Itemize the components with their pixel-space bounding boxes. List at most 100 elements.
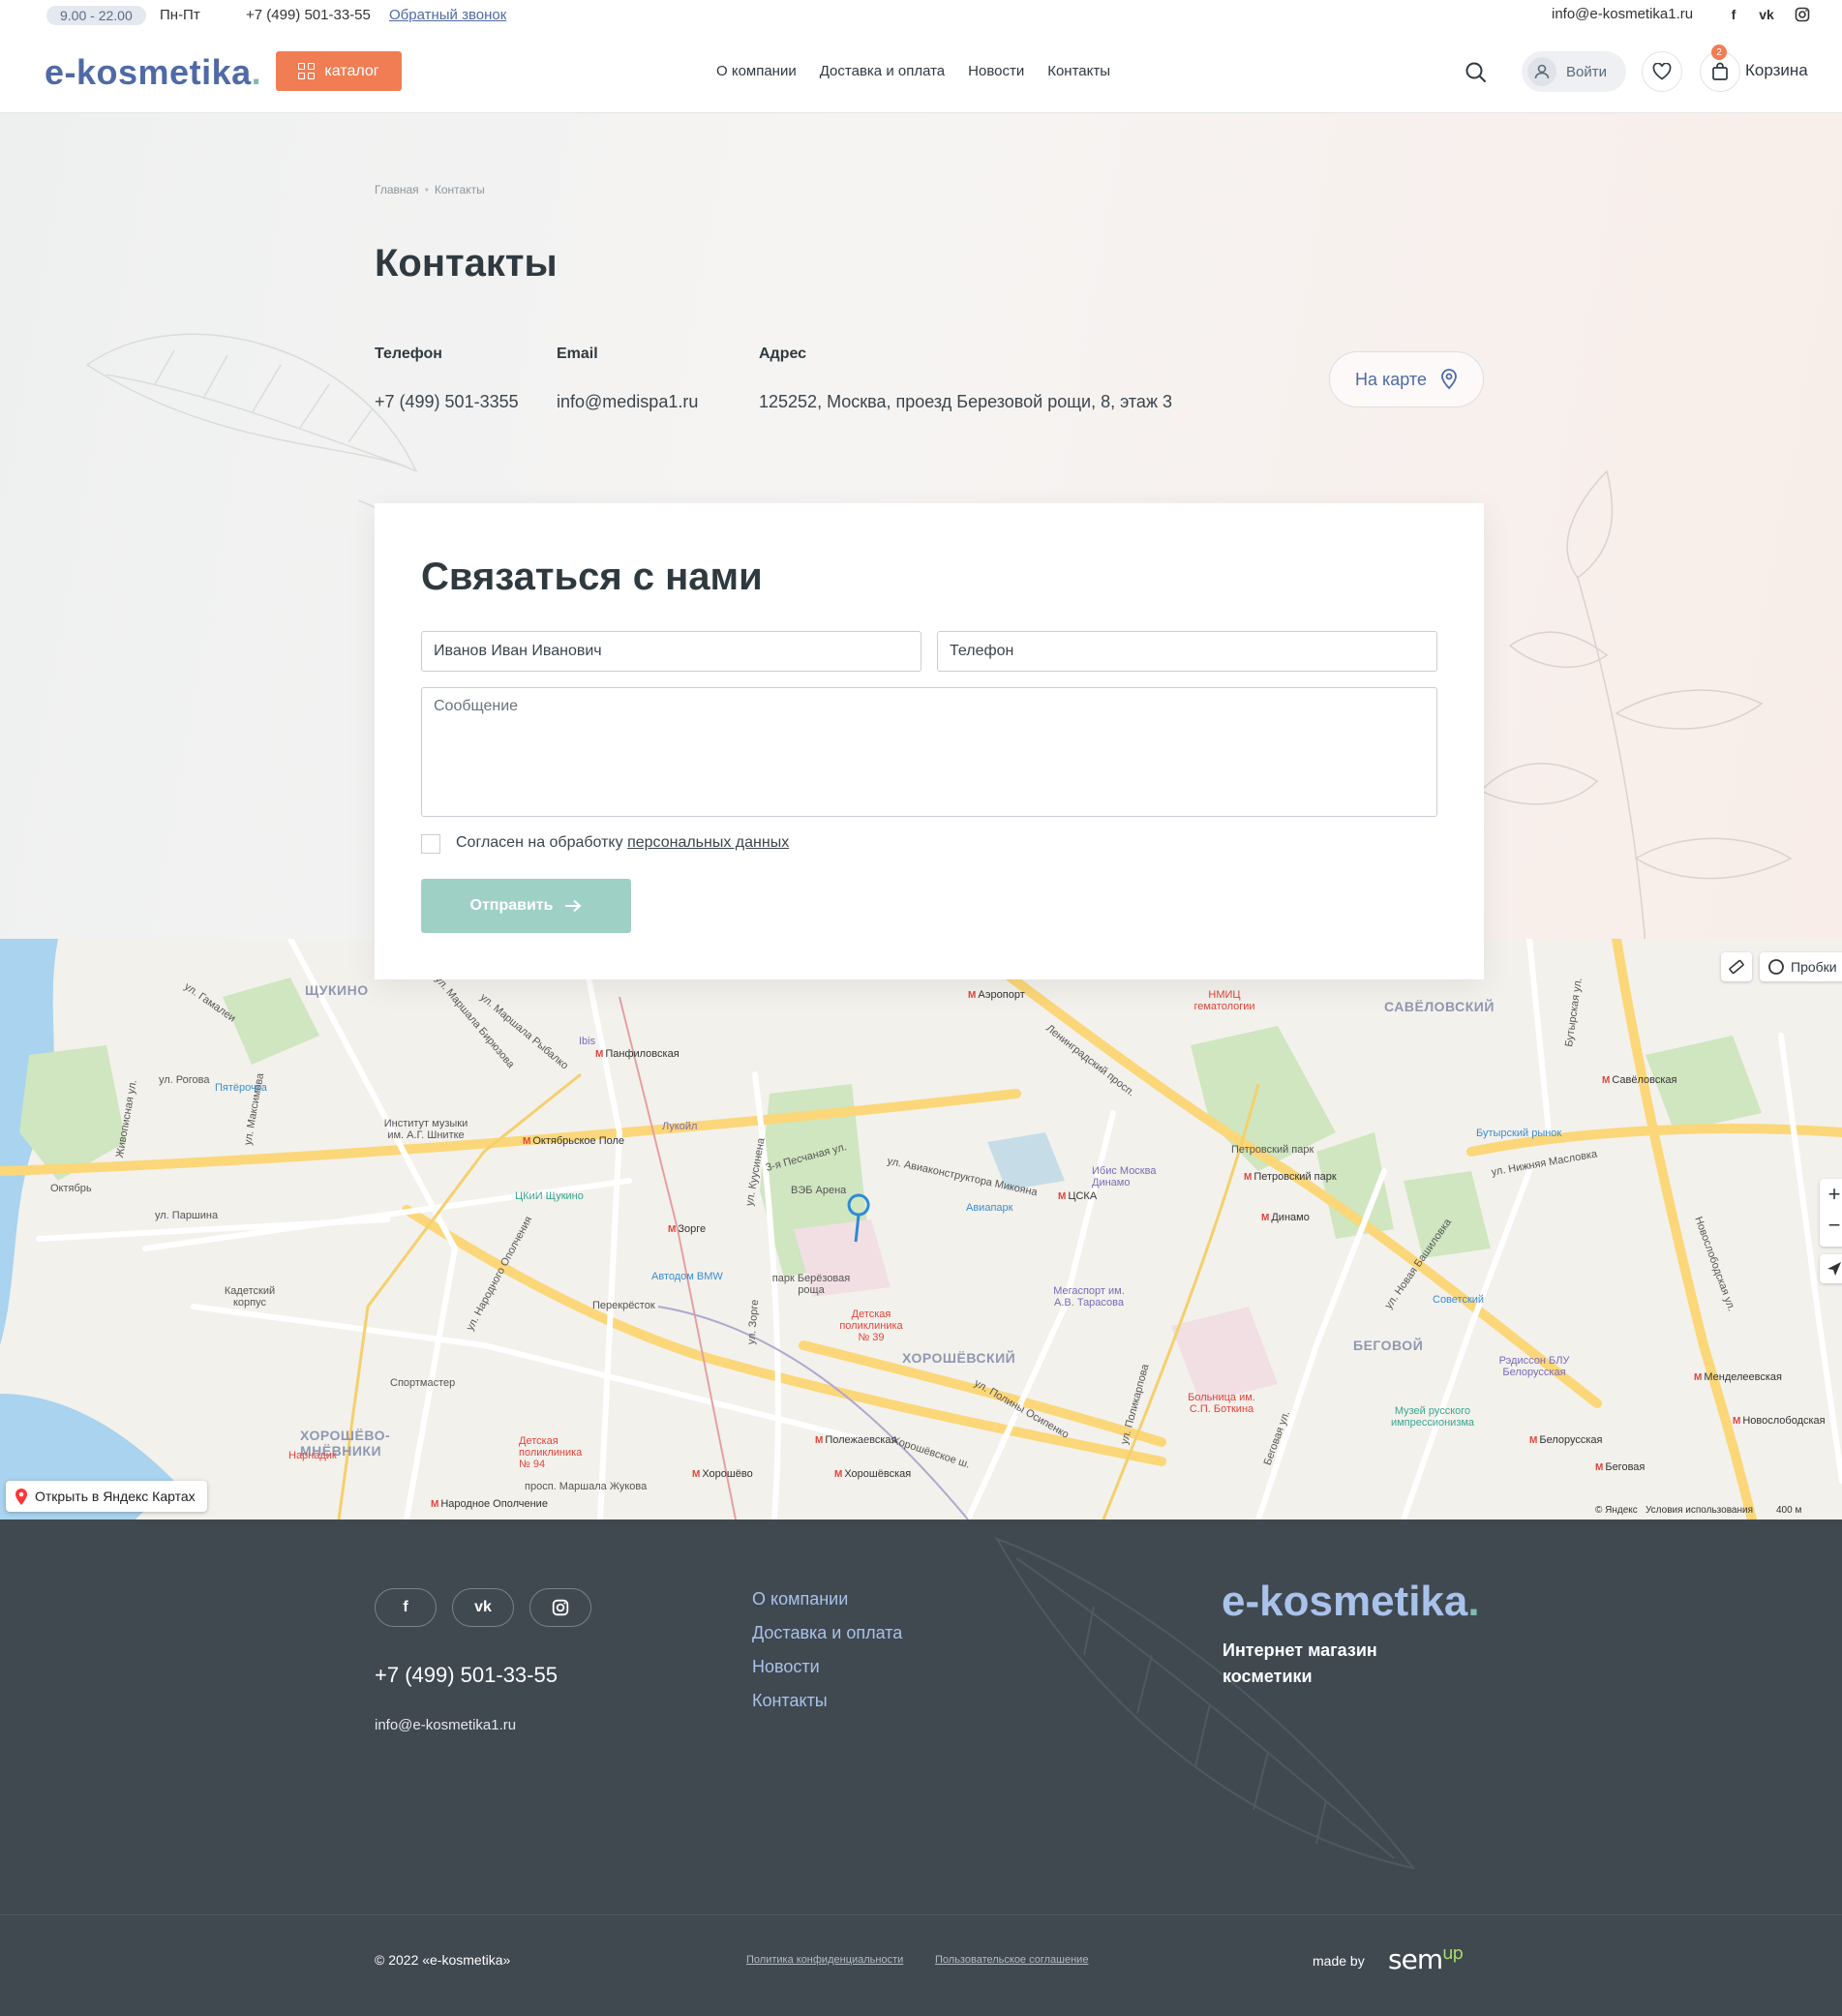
place-label: Кадетский корпус [224, 1285, 276, 1309]
metro-label: Полежаевская [815, 1434, 896, 1446]
nav-item-contacts[interactable]: Контакты [1047, 63, 1110, 79]
street-label: ул. Рогова [159, 1074, 210, 1086]
footer-phone[interactable]: +7 (499) 501-33-55 [375, 1663, 558, 1688]
ruler-icon[interactable] [1721, 952, 1752, 981]
login-button[interactable]: Войти [1522, 51, 1626, 92]
zoom-out-icon[interactable]: − [1820, 1210, 1842, 1241]
place-label: Петровский парк [1231, 1144, 1314, 1156]
place-label: НМИЦ гематологии [1193, 989, 1255, 1012]
page-title: Контакты [375, 242, 558, 285]
footer-copyright: © 2022 «e-kosmetika» [375, 1952, 511, 1968]
map-district: САВЁЛОВСКИЙ [1384, 999, 1495, 1014]
metro-label: Белорусская [1529, 1434, 1602, 1446]
place-label: Спортмастер [390, 1377, 456, 1389]
user-agreement-link[interactable]: Пользовательское соглашение [935, 1954, 1088, 1966]
site-logo[interactable]: e-kosmetika. [45, 52, 261, 93]
privacy-policy-link[interactable]: Политика конфиденциальности [746, 1954, 903, 1966]
grid-icon [298, 63, 316, 79]
search-icon[interactable] [1464, 60, 1489, 85]
personal-data-link[interactable]: персональных данных [627, 834, 789, 851]
place-label: Автодом BMW [651, 1271, 723, 1282]
site-header: e-kosmetika. каталог О компании Доставка… [0, 31, 1842, 113]
place-label: Детская поликлиника № 94 [519, 1435, 583, 1470]
street-label: ул. Паршина [155, 1210, 219, 1221]
footer-nav-contacts[interactable]: Контакты [752, 1691, 902, 1711]
cart-link[interactable]: Корзина [1745, 61, 1808, 80]
map-scale: 400 м [1776, 1505, 1802, 1516]
metro-label: Беговая [1595, 1461, 1645, 1473]
contact-phone[interactable]: +7 (499) 501-3355 [375, 392, 519, 412]
address-label: Адрес [759, 346, 807, 362]
consent-checkbox[interactable] [421, 834, 440, 854]
submit-button[interactable]: Отправить [421, 879, 631, 933]
metro-label: Зорге [668, 1223, 706, 1235]
footer-nav-news[interactable]: Новости [752, 1657, 902, 1677]
yandex-map[interactable]: ЩУКИНО САВЁЛОВСКИЙ ХОРОШЁВСКИЙ БЕГОВОЙ Х… [0, 939, 1842, 1520]
footer-nav-about[interactable]: О компании [752, 1589, 902, 1610]
breadcrumb-home[interactable]: Главная [375, 183, 419, 196]
footer-tagline: Интернет магазин косметики [1223, 1640, 1377, 1686]
place-label: Мегаспорт им. А.В. Тарасова [1053, 1285, 1125, 1309]
vk-icon[interactable]: vk [1757, 5, 1776, 24]
callback-link[interactable]: Обратный звонок [389, 7, 506, 23]
facebook-icon[interactable]: f [1724, 5, 1743, 24]
place-label: Ibis [579, 1036, 596, 1047]
open-yandex-maps-link[interactable]: Открыть в Яндекс Картах [6, 1481, 207, 1512]
favorites-heart-icon[interactable] [1642, 51, 1682, 92]
footer-nav-delivery[interactable]: Доставка и оплата [752, 1623, 902, 1643]
metro-label: Панфиловская [595, 1048, 679, 1060]
contact-email[interactable]: info@medispa1.ru [557, 392, 698, 412]
name-input[interactable]: Иванов Иван Иванович [421, 631, 921, 672]
geolocation-icon[interactable] [1820, 1254, 1842, 1283]
map-zoom-control: + − [1820, 1179, 1842, 1247]
metro-label: Савёловская [1602, 1074, 1676, 1086]
form-title: Связаться с нами [421, 556, 763, 598]
metro-label: Октябрьское Поле [523, 1135, 624, 1147]
place-label: парк Берёзовая роща [771, 1273, 851, 1296]
metro-label: Динамо [1261, 1212, 1309, 1223]
place-label: Авиапарк [966, 1202, 1013, 1214]
metro-label: Менделеевская [1694, 1371, 1782, 1383]
top-email-link[interactable]: info@e-kosmetika1.ru [1552, 6, 1693, 22]
place-label: Советский [1433, 1294, 1485, 1306]
site-footer: f vk +7 (499) 501-33-55 info@e-kosmetika… [0, 1520, 1842, 2016]
top-phone-link[interactable]: +7 (499) 501-33-55 [246, 7, 371, 23]
zoom-in-icon[interactable]: + [1820, 1179, 1842, 1210]
place-label: Детская поликлиника № 39 [839, 1309, 903, 1343]
map-pin-icon [1441, 369, 1457, 390]
instagram-icon[interactable] [1793, 5, 1812, 24]
contact-form-card: Связаться с нами Иванов Иван Иванович Те… [375, 503, 1484, 979]
place-label: ВЭБ Арена [791, 1185, 847, 1196]
nav-item-news[interactable]: Новости [968, 63, 1024, 79]
map-terms-link[interactable]: Условия использования [1646, 1505, 1753, 1516]
nav-item-delivery[interactable]: Доставка и оплата [820, 63, 945, 79]
place-label: Музей русского импрессионизма [1390, 1405, 1475, 1429]
footer-divider [0, 1914, 1842, 1915]
map-copyright: © Яндекс [1595, 1505, 1638, 1516]
street-label: просп. Маршала Жукова [525, 1481, 648, 1492]
breadcrumb: Главная • Контакты [375, 183, 485, 196]
footer-vk-icon[interactable]: vk [452, 1588, 514, 1627]
footer-instagram-icon[interactable] [529, 1588, 591, 1627]
metro-label: Аэропорт [968, 989, 1024, 1001]
traffic-toggle[interactable]: Пробки [1760, 952, 1842, 981]
working-days: Пн-Пт [160, 7, 200, 23]
map-district: ХОРОШЁВСКИЙ [902, 1350, 1016, 1366]
footer-facebook-icon[interactable]: f [375, 1588, 437, 1627]
phone-input[interactable]: Телефон [937, 631, 1437, 672]
place-label: Рэдиссон БЛУ Белорусская [1498, 1355, 1570, 1378]
nav-item-about[interactable]: О компании [716, 63, 797, 79]
developer-logo[interactable]: semup [1388, 1943, 1464, 1975]
cart-count-badge: 2 [1711, 45, 1727, 60]
map-district: ЩУКИНО [305, 982, 369, 998]
message-textarea[interactable]: Сообщение [421, 687, 1437, 817]
footer-email[interactable]: info@e-kosmetika1.ru [375, 1717, 516, 1733]
traffic-icon [1768, 959, 1784, 975]
on-map-button[interactable]: На карте [1329, 351, 1484, 407]
place-label: Бутырский рынок [1476, 1128, 1562, 1139]
place-label: Октябрь [50, 1183, 92, 1194]
contact-address: 125252, Москва, проезд Березовой рощи, 8… [759, 392, 1172, 411]
footer-logo[interactable]: e-kosmetika. [1222, 1578, 1480, 1626]
catalog-button[interactable]: каталог [276, 51, 402, 91]
place-label: ЦКиИ Щукино [515, 1190, 584, 1202]
